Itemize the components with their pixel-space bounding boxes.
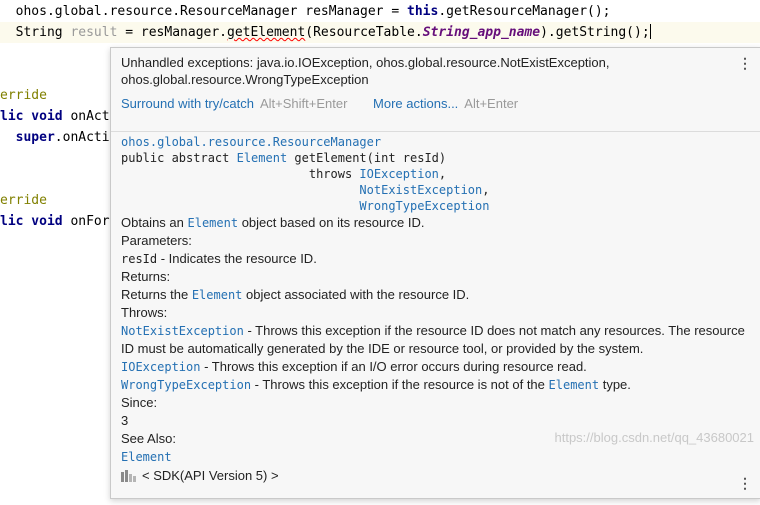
sig-prefix: public abstract <box>121 151 237 165</box>
returns-text: Returns the Element object associated wi… <box>121 286 751 304</box>
more-actions-link[interactable]: More actions... <box>373 96 458 111</box>
sdk-version-label[interactable]: < SDK(API Version 5) > <box>142 468 279 483</box>
error-method-call[interactable]: getElement <box>227 25 305 40</box>
ioexception-link[interactable]: IOException <box>359 167 438 181</box>
keyword-super: super <box>15 130 55 145</box>
desc-text: object based on its resource ID. <box>238 215 425 230</box>
wrongtypeexception-link[interactable]: WrongTypeException <box>359 199 489 213</box>
description: Obtains an Element object based on its r… <box>121 214 751 232</box>
comma: , <box>438 167 447 181</box>
code-line-4: lic void onAct <box>0 106 110 127</box>
code-line-5: super.onActiv <box>0 127 118 148</box>
type-string: String <box>15 25 71 40</box>
divider <box>111 131 760 132</box>
since-value: 3 <box>121 413 129 428</box>
code-text: = resManager. <box>117 25 227 40</box>
variable-result: result <box>70 25 118 40</box>
code-line-2: String result = resManager.getElement(Re… <box>0 22 760 43</box>
more-options-icon[interactable]: ⋮ <box>738 56 752 70</box>
override-annotation: erride <box>0 88 47 103</box>
quick-actions: Surround with try/catch Alt+Shift+Enter M… <box>121 96 518 111</box>
shortcut-label: Alt+Shift+Enter <box>259 96 348 111</box>
since-heading: Since: <box>121 395 158 410</box>
params-heading: Parameters: <box>121 233 192 248</box>
throws-desc: type. <box>599 377 631 392</box>
returns-heading: Returns: <box>121 269 171 284</box>
returns-post: object associated with the resource ID. <box>242 287 470 302</box>
text-caret <box>649 24 651 39</box>
throws-heading: Throws: <box>121 305 168 320</box>
library-icon <box>121 469 137 482</box>
ioexception-link[interactable]: IOException <box>121 360 200 374</box>
throws-desc: - Throws this exception if the resource … <box>251 377 549 392</box>
keyword-public-void: lic void <box>0 109 63 124</box>
comma: , <box>482 183 490 197</box>
return-type-link[interactable]: Element <box>237 151 288 165</box>
throws-keyword: throws <box>308 167 360 181</box>
code-line-3: erride <box>0 85 47 106</box>
code-line-1: ohos.global.resource.ResourceManager res… <box>0 1 611 22</box>
throws-line-3: WrongTypeException <box>121 198 751 214</box>
wrongtypeexception-link[interactable]: WrongTypeException <box>121 378 251 392</box>
watermark: https://blog.csdn.net/qq_43680021 <box>554 430 755 445</box>
param-name: resId <box>121 252 158 266</box>
code-text: .getResourceManager(); <box>438 4 611 19</box>
throws-line-2: NotExistException, <box>121 182 751 198</box>
error-message: Unhandled exceptions: java.io.IOExceptio… <box>121 55 610 87</box>
throws-item-notexist: NotExistException - Throws this exceptio… <box>121 322 751 358</box>
code-text: (ResourceTable. <box>305 25 423 40</box>
keyword-public-void: lic void <box>0 214 63 229</box>
throws-line-1: throws IOException, <box>121 166 751 182</box>
code-line-6: erride <box>0 190 47 211</box>
throws-item-wrongtype: WrongTypeException - Throws this excepti… <box>121 376 751 394</box>
code-line-7: lic void onFor <box>0 211 110 232</box>
throws-desc: - Throws this exception if an I/O error … <box>200 359 587 374</box>
override-annotation: erride <box>0 193 47 208</box>
keyword-this: this <box>407 4 439 19</box>
sig-method: getElement(int resId) <box>287 151 447 165</box>
method-call: .onActiv <box>54 130 118 145</box>
see-also-item: Element <box>121 448 751 466</box>
code-text: ohos.global.resource.ResourceManager res… <box>15 4 407 19</box>
documentation-body: ohos.global.resource.ResourceManager pub… <box>121 134 751 466</box>
method-name: onAct <box>62 109 110 124</box>
method-name: onFor <box>62 214 110 229</box>
notexistexception-link[interactable]: NotExistException <box>121 324 244 338</box>
param-item: resId - Indicates the resource ID. <box>121 250 751 268</box>
returns-pre: Returns the <box>121 287 192 302</box>
more-options-icon[interactable]: ⋮ <box>738 476 752 490</box>
signature-line: public abstract Element getElement(int r… <box>121 150 751 166</box>
error-section: Unhandled exceptions: java.io.IOExceptio… <box>111 48 760 132</box>
code-text: ).getString(); <box>540 25 650 40</box>
element-link[interactable]: Element <box>192 288 243 302</box>
param-desc: - Indicates the resource ID. <box>157 251 317 266</box>
throws-item-io: IOException - Throws this exception if a… <box>121 358 751 376</box>
class-link[interactable]: ohos.global.resource.ResourceManager <box>121 135 381 149</box>
element-link[interactable]: Element <box>188 216 239 230</box>
shortcut-label: Alt+Enter <box>464 96 519 111</box>
element-link[interactable]: Element <box>549 378 600 392</box>
element-link[interactable]: Element <box>121 450 172 464</box>
doc-footer: < SDK(API Version 5) > <box>121 468 279 483</box>
field-string-app-name: String_app_name <box>422 25 541 40</box>
class-link-line: ohos.global.resource.ResourceManager <box>121 134 751 150</box>
notexistexception-link[interactable]: NotExistException <box>359 183 482 197</box>
desc-text: Obtains an <box>121 215 188 230</box>
surround-try-catch-link[interactable]: Surround with try/catch <box>121 96 254 111</box>
